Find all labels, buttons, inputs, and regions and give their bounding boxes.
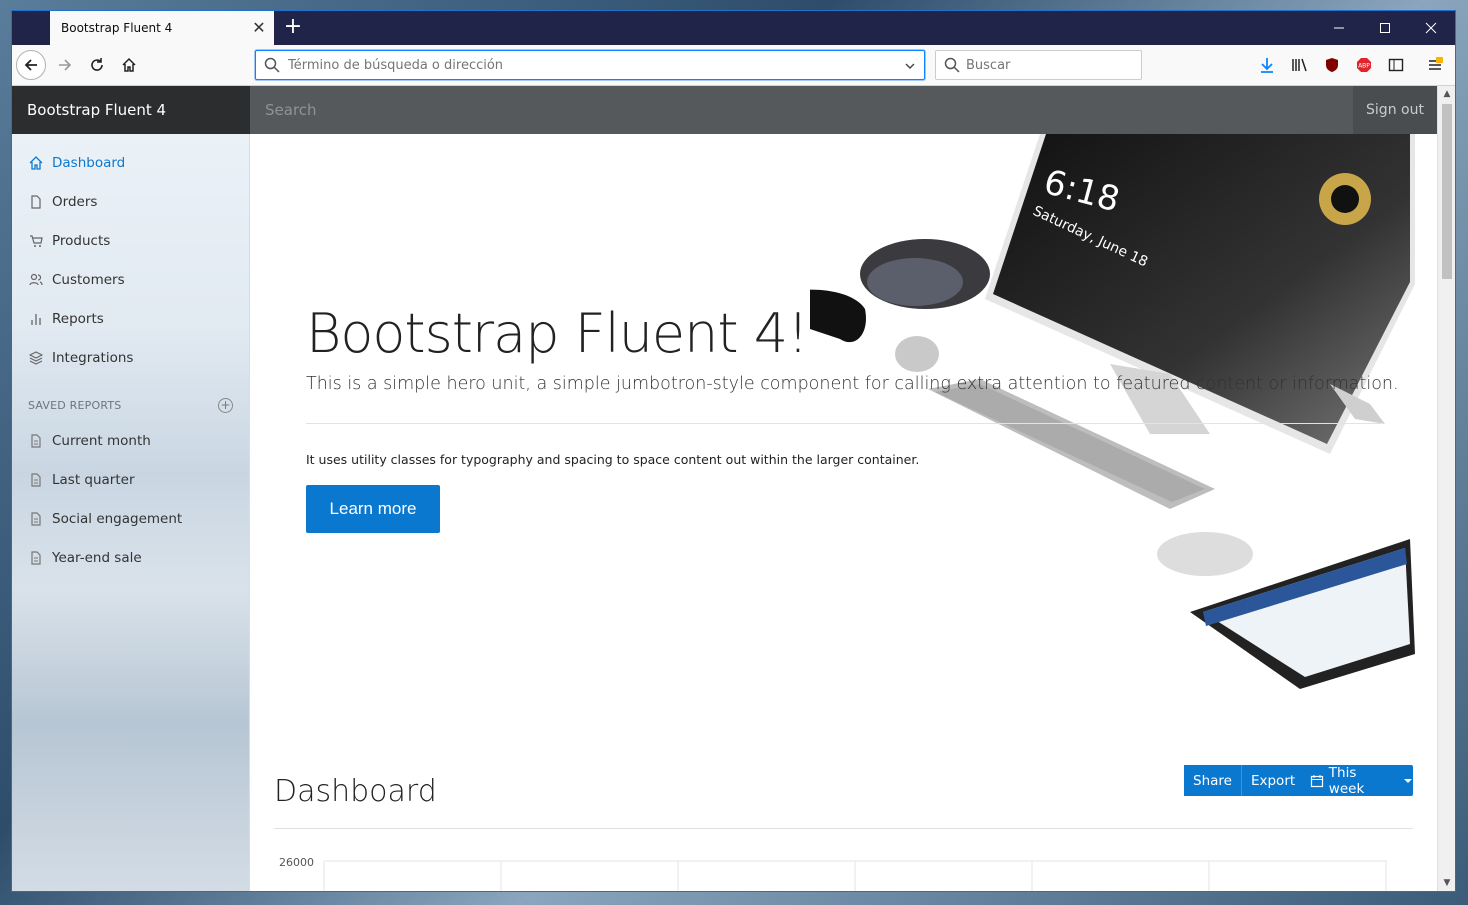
reload-icon [91, 58, 103, 71]
new-tab-button[interactable]: + [282, 16, 304, 39]
chart-grid [323, 860, 1387, 891]
scroll-up-icon[interactable]: ▲ [1438, 86, 1455, 102]
cart-icon [28, 233, 44, 249]
chevron-down-icon[interactable] [904, 60, 916, 72]
search-bar[interactable] [935, 50, 1142, 80]
date-range-dropdown[interactable]: This week [1300, 764, 1413, 797]
sidebar-item-label: Current month [52, 433, 151, 449]
adblock-icon[interactable]: ABP [1353, 54, 1375, 76]
dashboard-divider [274, 828, 1413, 829]
sidebar-item-label: Integrations [52, 350, 134, 366]
minimize-button[interactable] [1316, 11, 1362, 45]
browser-toolbar: ABP [12, 45, 1455, 86]
sidebar-item-current-month[interactable]: Current month [28, 429, 151, 453]
sidebar-toggle-icon[interactable] [1385, 54, 1407, 76]
page-scrollbar[interactable]: ▲ ▼ [1437, 86, 1455, 891]
calendar-icon [1310, 774, 1324, 787]
sidebar-item-label: Reports [52, 311, 104, 327]
hero-lead: This is a simple hero unit, a simple jum… [306, 374, 1399, 394]
library-icon[interactable] [1289, 54, 1311, 76]
close-window-button[interactable] [1408, 11, 1454, 45]
sidebar-item-reports[interactable]: Reports [28, 307, 104, 331]
export-button[interactable]: Export [1241, 765, 1305, 796]
file-text-icon [28, 511, 44, 527]
dashboard-chart: 26000 [279, 856, 1387, 891]
sidebar-item-year-end-sale[interactable]: Year-end sale [28, 546, 142, 570]
address-input[interactable] [288, 51, 888, 79]
sidebar-item-label: Customers [52, 272, 125, 288]
hero-devices-image: 6:18 Saturday, June 18 [810, 134, 1415, 689]
add-report-icon[interactable]: + [218, 398, 233, 413]
sidebar-item-label: Social engagement [52, 511, 183, 527]
ublock-icon[interactable] [1321, 54, 1343, 76]
search-icon [264, 57, 280, 73]
y-tick-label: 26000 [279, 856, 314, 869]
file-icon [28, 194, 44, 210]
learn-more-button[interactable]: Learn more [306, 485, 440, 533]
layers-icon [28, 350, 44, 366]
main-content: 6:18 Saturday, June 18 Bootstrap Fluent … [250, 134, 1437, 891]
sidebar-item-orders[interactable]: Orders [28, 190, 97, 214]
saved-reports-heading: SAVED REPORTS [28, 399, 122, 412]
arrow-left-icon [24, 59, 37, 71]
dashboard-title: Dashboard [274, 774, 437, 809]
sidebar: Dashboard Orders Products Customers Repo… [12, 134, 250, 891]
sidebar-item-products[interactable]: Products [28, 229, 110, 253]
maximize-button[interactable] [1362, 11, 1408, 45]
tab-close-icon[interactable]: ✕ [250, 19, 268, 37]
address-bar[interactable] [255, 50, 925, 80]
brand[interactable]: Bootstrap Fluent 4 [12, 86, 250, 134]
svg-text:ABP: ABP [1358, 63, 1370, 70]
sidebar-item-last-quarter[interactable]: Last quarter [28, 468, 135, 492]
arrow-right-icon [59, 59, 72, 71]
sidebar-item-label: Dashboard [52, 155, 126, 171]
scrollbar-thumb[interactable] [1442, 104, 1452, 279]
sidebar-item-integrations[interactable]: Integrations [28, 346, 133, 370]
search-icon [944, 57, 960, 73]
scroll-down-icon[interactable]: ▼ [1438, 875, 1455, 891]
home-button[interactable] [114, 50, 144, 80]
search-input[interactable] [966, 51, 1136, 79]
browser-tab[interactable]: Bootstrap Fluent 4 ✕ [50, 11, 274, 45]
tab-title: Bootstrap Fluent 4 [61, 21, 173, 35]
sidebar-item-label: Orders [52, 194, 98, 210]
reload-button[interactable] [82, 50, 112, 80]
hero-title: Bootstrap Fluent 4! [306, 302, 809, 365]
maximize-icon [1380, 23, 1390, 33]
home-icon [28, 155, 44, 171]
sidebar-item-social-engagement[interactable]: Social engagement [28, 507, 182, 531]
dashboard-actions: Share Export [1184, 765, 1305, 797]
forward-button[interactable] [50, 50, 80, 80]
menu-icon[interactable] [1424, 54, 1446, 76]
back-button[interactable] [16, 50, 46, 80]
file-text-icon [28, 433, 44, 449]
home-icon [122, 57, 136, 72]
sidebar-item-label: Last quarter [52, 472, 135, 488]
file-text-icon [28, 550, 44, 566]
sign-out-link[interactable]: Sign out [1353, 86, 1437, 134]
hero-body: It uses utility classes for typography a… [306, 452, 920, 467]
browser-window: Bootstrap Fluent 4 ✕ + Término de búsque… [12, 11, 1455, 891]
hero-divider [306, 423, 1381, 424]
minimize-icon [1334, 27, 1344, 29]
users-icon [28, 272, 44, 288]
title-bar: Bootstrap Fluent 4 ✕ + [12, 11, 1455, 45]
sidebar-item-dashboard[interactable]: Dashboard [28, 151, 125, 175]
close-icon [1425, 22, 1437, 34]
caret-down-icon [1404, 778, 1413, 783]
file-text-icon [28, 472, 44, 488]
bar-chart-icon [28, 311, 44, 327]
app-top-navbar: Bootstrap Fluent 4 Search Sign out [12, 86, 1437, 134]
sidebar-item-label: Products [52, 233, 111, 249]
web-page: Bootstrap Fluent 4 Search Sign out Dashb… [12, 86, 1437, 891]
downloads-icon[interactable] [1256, 54, 1278, 76]
share-button[interactable]: Share [1184, 765, 1242, 796]
date-range-label: This week [1328, 764, 1365, 797]
app-search-input[interactable]: Search [250, 86, 1350, 134]
sidebar-item-customers[interactable]: Customers [28, 268, 125, 292]
sidebar-item-label: Year-end sale [52, 550, 142, 566]
